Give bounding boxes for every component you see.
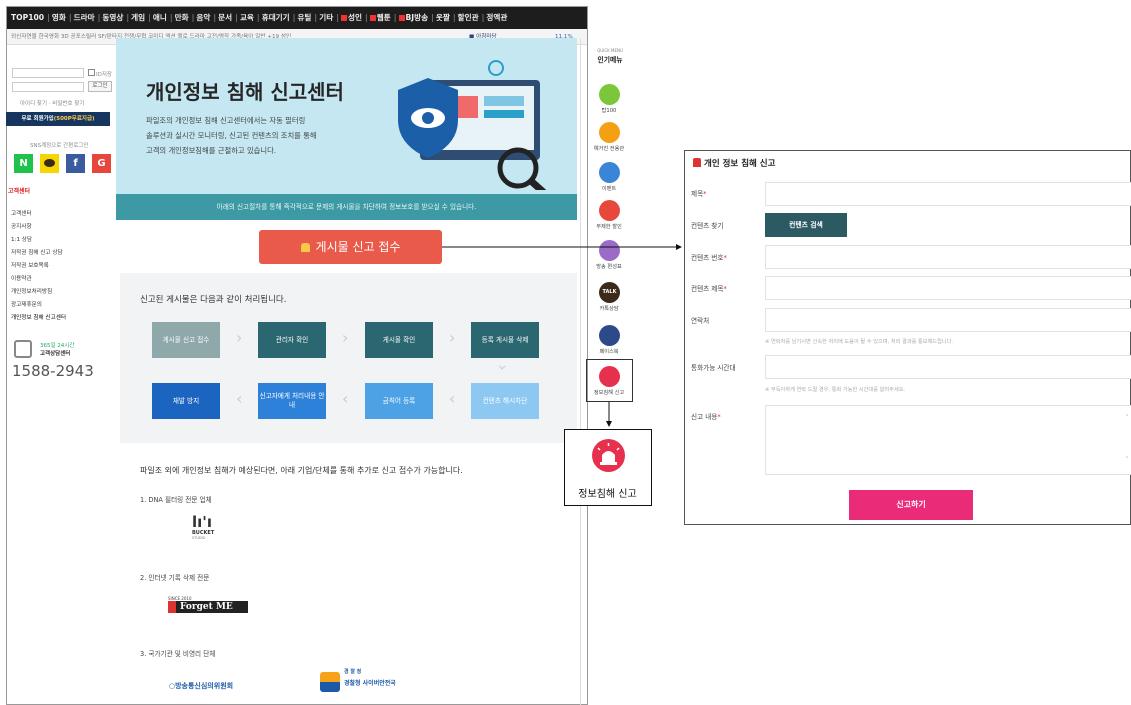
field-label-call-time: 통화가능 시간대: [691, 364, 736, 372]
field-label-report-content: 신고 내용*: [691, 413, 721, 421]
contact-input[interactable]: [765, 308, 1131, 332]
form-title: 개인 정보 침해 신고: [693, 157, 775, 169]
siren-icon: [693, 158, 701, 167]
submit-report-button[interactable]: 신고하기: [849, 490, 973, 520]
scroll-down-icon[interactable]: ˅: [1126, 456, 1130, 464]
field-label-content-number: 컨텐츠 번호*: [691, 254, 727, 262]
scroll-up-icon[interactable]: ˄: [1126, 414, 1130, 422]
contact-note: ※ 연락처를 남기시면 신속한 처리에 도움이 될 수 있으며, 처리 결과를 …: [765, 339, 954, 345]
report-content-textarea[interactable]: ˄ ˅: [765, 405, 1131, 475]
call-time-note: ※ 부득이하게 연락 드릴 경우, 통화 가능한 시간대를 알려주세요.: [765, 387, 906, 393]
field-label-content-title: 컨텐츠 제목*: [691, 285, 727, 293]
call-time-input[interactable]: [765, 355, 1131, 379]
field-label-content-search: 컨텐츠 찾기: [691, 222, 724, 230]
content-number-input[interactable]: [765, 245, 1131, 269]
content-title-input[interactable]: [765, 276, 1131, 300]
field-label-contact: 연락처: [691, 317, 710, 325]
content-search-button[interactable]: 컨텐츠 검색: [765, 213, 847, 237]
title-input[interactable]: [765, 182, 1131, 206]
field-label-title: 제목*: [691, 190, 707, 198]
report-form: 개인 정보 침해 신고 제목* 컨텐츠 찾기 컨텐츠 검색 컨텐츠 번호* 컨텐…: [684, 150, 1131, 525]
